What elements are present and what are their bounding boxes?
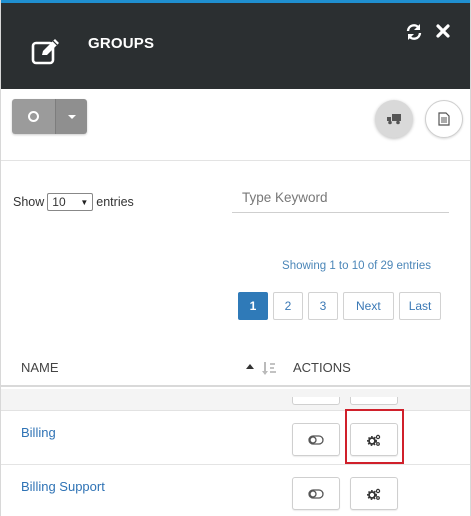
search-input[interactable]: Type Keyword — [232, 186, 449, 213]
pagination: 1 2 3 Next Last — [238, 292, 446, 320]
entries-length-control: Show 10 ▼ entries — [13, 193, 134, 211]
entries-select-value: 10 — [52, 195, 66, 209]
cogs-icon — [367, 488, 381, 500]
column-header-name[interactable]: NAME — [21, 360, 59, 375]
entries-label: entries — [96, 195, 134, 209]
settings-button[interactable] — [350, 423, 398, 456]
column-header-actions: ACTIONS — [293, 360, 351, 375]
delivery-button[interactable] — [375, 100, 413, 138]
sort-numeric-icon[interactable] — [261, 361, 277, 377]
table-row — [1, 389, 470, 411]
action-button-stub — [292, 397, 340, 405]
table-info: Showing 1 to 10 of 29 entries — [282, 260, 431, 272]
caret-down-icon — [67, 114, 76, 119]
groups-panel: GROUPS Show 10 ▼ entries Type Keyword Sh… — [0, 0, 471, 516]
toggle-status-button[interactable] — [292, 423, 340, 456]
truck-icon — [387, 114, 401, 125]
show-label: Show — [13, 195, 45, 209]
sort-asc-icon[interactable] — [246, 364, 254, 369]
toggle-button-group — [12, 99, 87, 134]
action-button-stub — [350, 397, 398, 405]
refresh-icon[interactable] — [405, 23, 423, 41]
page-1-button[interactable]: 1 — [238, 292, 268, 320]
toolbar — [1, 89, 470, 161]
page-2-button[interactable]: 2 — [273, 292, 303, 320]
toggle-status-button[interactable] — [292, 477, 340, 510]
edit-icon — [31, 39, 59, 65]
next-page-button[interactable]: Next — [343, 292, 394, 320]
toggle-button[interactable] — [12, 99, 55, 134]
circle-icon — [28, 111, 39, 122]
panel-title: GROUPS — [88, 35, 155, 52]
table-header: NAME ACTIONS — [1, 350, 470, 387]
document-icon — [438, 112, 450, 126]
toggle-icon — [308, 488, 324, 499]
entries-select[interactable]: 10 ▼ — [47, 193, 94, 211]
page-3-button[interactable]: 3 — [308, 292, 338, 320]
last-page-button[interactable]: Last — [398, 292, 442, 320]
document-button[interactable] — [425, 100, 463, 138]
table-row: Billing Support — [1, 465, 470, 516]
close-icon[interactable] — [435, 23, 451, 39]
settings-button[interactable] — [350, 477, 398, 510]
select-arrow-icon: ▼ — [80, 197, 89, 207]
group-name-link[interactable]: Billing — [21, 425, 56, 440]
dropdown-button[interactable] — [55, 99, 87, 134]
panel-header: GROUPS — [1, 3, 470, 89]
group-name-link[interactable]: Billing Support — [21, 479, 105, 494]
toggle-icon — [308, 434, 324, 445]
cogs-icon — [367, 434, 381, 446]
table-row: Billing — [1, 411, 470, 465]
